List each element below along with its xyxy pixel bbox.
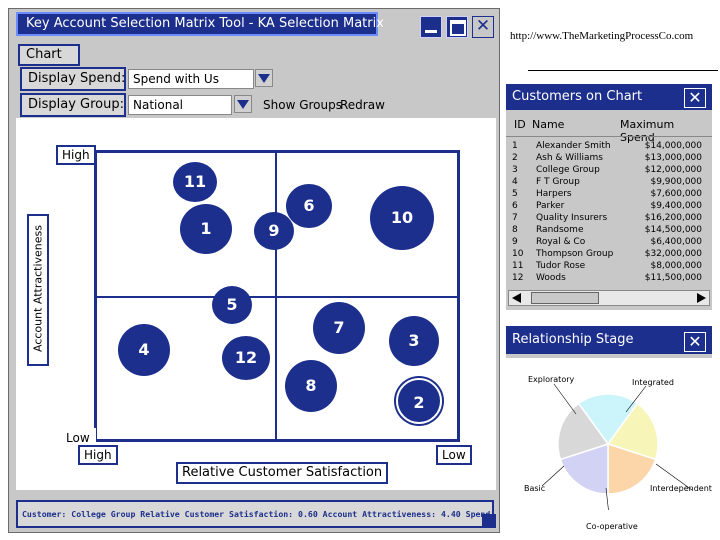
show-groups-button[interactable]: Show Groups	[263, 96, 342, 114]
customer-bubble-12[interactable]: 12	[222, 336, 270, 380]
spend-dropdown-button[interactable]	[255, 69, 273, 87]
customer-name: Randsome	[536, 225, 584, 235]
group-dropdown-button[interactable]	[234, 95, 252, 113]
customer-bubble-8[interactable]: 8	[285, 360, 337, 412]
customer-spend: $8,000,000	[650, 261, 702, 271]
customer-id: 7	[512, 213, 518, 223]
customer-name: Harpers	[536, 189, 572, 199]
customer-bubble-10[interactable]: 10	[370, 186, 434, 250]
customer-bubble-11[interactable]: 11	[173, 162, 217, 202]
customer-name: College Group	[536, 165, 600, 175]
minimize-button[interactable]	[420, 16, 442, 38]
status-bar: Customer: College Group Relative Custome…	[16, 500, 494, 528]
relationship-pie-area: Exploratory Integrated Interdependent Co…	[506, 358, 712, 531]
customers-panel-title: Customers on Chart	[506, 84, 712, 110]
customer-name: Woods	[536, 273, 566, 283]
window-title: Key Account Selection Matrix Tool - KA S…	[16, 12, 384, 36]
close-button[interactable]: ✕	[472, 16, 494, 38]
website-url[interactable]: http://www.TheMarketingProcessCo.com	[510, 30, 693, 42]
customer-id: 9	[512, 237, 518, 247]
stage-integrated: Integrated	[632, 378, 674, 387]
customer-id: 11	[512, 261, 524, 271]
customer-bubble-6[interactable]: 6	[286, 184, 332, 228]
relationship-panel-title: Relationship Stage	[506, 326, 712, 354]
stage-interdependent: Interdependent	[650, 484, 712, 493]
customer-spend: $7,600,000	[650, 189, 702, 199]
horizontal-scrollbar[interactable]	[508, 290, 710, 306]
customer-spend: $32,000,000	[644, 249, 702, 259]
divider-line	[528, 70, 718, 71]
customer-bubble-5[interactable]: 5	[212, 286, 252, 324]
customer-bubble-3[interactable]: 3	[389, 316, 439, 366]
customer-name: Ash & Williams	[536, 153, 603, 163]
customer-name: Alexander Smith	[536, 141, 611, 151]
customer-spend: $9,400,000	[650, 201, 702, 211]
customer-id: 6	[512, 201, 518, 211]
customer-bubble-4[interactable]: 4	[118, 324, 170, 376]
minimize-icon	[425, 30, 437, 33]
horizontal-divider	[94, 296, 460, 298]
customer-spend: $13,000,000	[644, 153, 702, 163]
x-axis-low: Low	[436, 445, 472, 465]
scroll-left-icon[interactable]	[512, 293, 521, 303]
scroll-thumb[interactable]	[531, 292, 599, 304]
menubar: Chart	[16, 42, 496, 68]
x-axis-high: High	[78, 445, 118, 465]
customer-id: 12	[512, 273, 524, 283]
scroll-right-icon[interactable]	[697, 293, 706, 303]
customer-bubble-7[interactable]: 7	[313, 302, 365, 354]
close-icon: ✕	[688, 332, 702, 351]
customer-name: Thompson Group	[536, 249, 614, 259]
customers-panel: Customers on Chart ✕ ID Name Maximum Spe…	[506, 84, 712, 310]
customer-spend: $14,000,000	[644, 141, 702, 151]
display-spend-label: Display Spend:	[20, 67, 126, 91]
resize-grip-icon[interactable]	[482, 514, 496, 528]
col-name-header: Name	[532, 118, 565, 131]
stage-basic: Basic	[524, 484, 546, 493]
x-axis-label: Relative Customer Satisfaction	[176, 462, 389, 484]
customer-spend: $14,500,000	[644, 225, 702, 235]
customer-id: 10	[512, 249, 524, 259]
customer-id: 5	[512, 189, 518, 199]
customer-spend: $12,000,000	[644, 165, 702, 175]
y-axis-label: Account Attractiveness	[31, 224, 45, 353]
menu-chart[interactable]: Chart	[18, 44, 80, 66]
header-divider	[506, 136, 712, 137]
customer-id: 3	[512, 165, 518, 175]
relationship-panel: Relationship Stage ✕ Exploratory Integra…	[506, 326, 712, 531]
customer-bubble-1[interactable]: 1	[180, 204, 232, 254]
customer-spend: $9,900,000	[650, 177, 702, 187]
col-id-header: ID	[514, 118, 526, 131]
customer-name: Tudor Rose	[536, 261, 586, 271]
customer-id: 4	[512, 177, 518, 187]
stage-exploratory: Exploratory	[528, 375, 575, 384]
maximize-icon	[450, 20, 466, 36]
group-select[interactable]: National	[128, 95, 232, 115]
y-axis-label-box: Account Attractiveness	[27, 214, 49, 366]
customer-spend: $16,200,000	[644, 213, 702, 223]
display-group-label: Display Group:	[20, 93, 126, 117]
spend-select[interactable]: Spend with Us	[128, 69, 254, 89]
stage-cooperative: Co-operative	[586, 522, 638, 531]
close-icon: ✕	[688, 88, 702, 107]
customer-id: 2	[512, 153, 518, 163]
customer-id: 8	[512, 225, 518, 235]
close-icon: ✕	[475, 16, 491, 36]
customer-bubble-9[interactable]: 9	[254, 212, 294, 250]
customer-name: F T Group	[536, 177, 580, 187]
customer-name: Parker	[536, 201, 565, 211]
customer-name: Quality Insurers	[536, 213, 608, 223]
customer-spend: $11,500,000	[644, 273, 702, 283]
customer-spend: $6,400,000	[650, 237, 702, 247]
y-axis-high: High	[56, 145, 96, 165]
maximize-button[interactable]	[446, 16, 468, 38]
customer-id: 1	[512, 141, 518, 151]
redraw-button[interactable]: Redraw	[340, 96, 385, 114]
customers-panel-close-button[interactable]: ✕	[684, 88, 706, 108]
customer-name: Royal & Co	[536, 237, 586, 247]
customer-bubble-2[interactable]: 2	[396, 378, 442, 424]
relationship-panel-close-button[interactable]: ✕	[684, 332, 706, 352]
